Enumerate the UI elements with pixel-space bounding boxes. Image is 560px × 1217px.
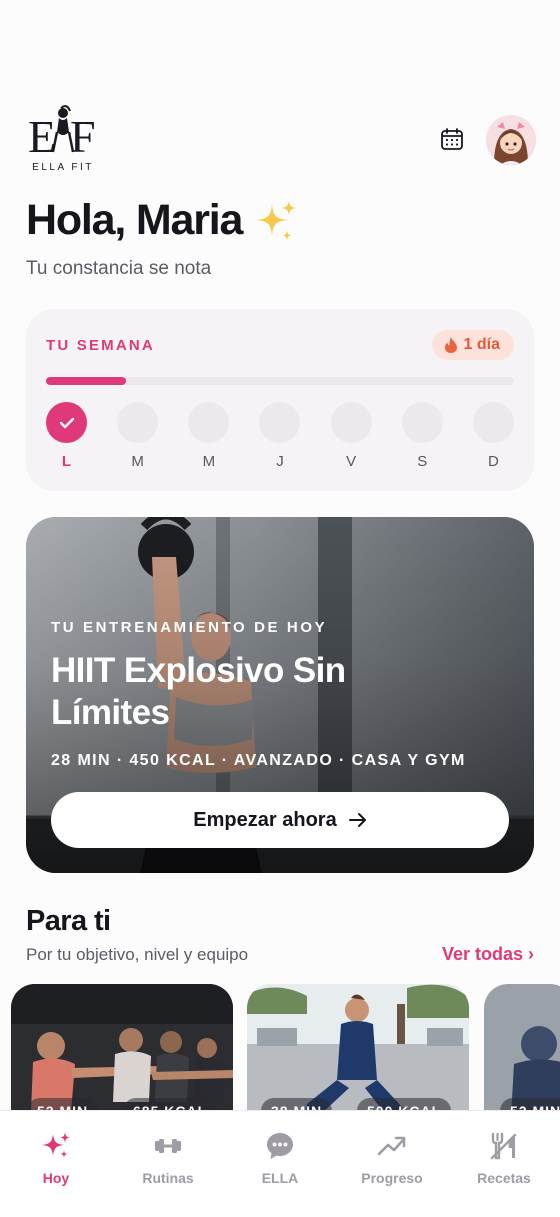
week-card: TU SEMANA 1 día L M M J V S D <box>26 309 534 491</box>
day-label: L <box>61 453 72 470</box>
tab-label: ELLA <box>261 1170 299 1186</box>
tab-hoy[interactable]: Hoy <box>6 1129 106 1186</box>
ella-fit-logo: E F ELLA FIT <box>26 104 100 174</box>
tab-progreso[interactable]: Progreso <box>342 1129 442 1186</box>
streak-badge: 1 día <box>431 330 514 360</box>
trend-up-icon <box>377 1136 406 1156</box>
day-pending-dot <box>401 402 443 443</box>
greeting-text: Hola, Maria <box>26 196 243 244</box>
week-day[interactable]: M <box>117 402 159 470</box>
avatar-illustration <box>486 115 536 165</box>
bottom-tab-bar: Hoy Rutinas ELLA Progreso Recetas <box>0 1110 560 1217</box>
avatar[interactable] <box>486 115 536 165</box>
day-label: J <box>276 453 284 470</box>
tab-label: Rutinas <box>142 1170 194 1186</box>
calendar-button[interactable] <box>437 124 467 154</box>
week-day[interactable]: D <box>472 402 514 470</box>
streak-text: 1 día <box>463 336 500 353</box>
day-completed-dot <box>46 402 87 443</box>
tab-rutinas[interactable]: Rutinas <box>118 1129 218 1186</box>
day-pending-dot <box>330 402 372 443</box>
start-workout-button[interactable]: Empezar ahora <box>51 792 509 848</box>
tab-label: Hoy <box>42 1170 70 1186</box>
greeting-subtitle: Tu constancia se nota <box>26 258 212 279</box>
start-workout-label: Empezar ahora <box>193 808 337 831</box>
tab-ella[interactable]: ELLA <box>230 1129 330 1186</box>
workout-title: HIIT Explosivo Sin Límites <box>51 651 346 732</box>
arrow-right-icon <box>348 813 366 827</box>
calendar-icon <box>441 128 463 150</box>
chat-bubble-icon <box>267 1133 293 1159</box>
workout-meta: 28 MIN · 450 KCAL · AVANZADO · CASA Y GY… <box>51 752 466 769</box>
check-icon <box>59 417 74 428</box>
flame-icon <box>444 337 457 353</box>
for-you-subtitle: Por tu objetivo, nivel y equipo <box>26 945 249 964</box>
day-pending-dot <box>259 402 301 443</box>
week-day[interactable]: L <box>46 402 87 470</box>
week-day[interactable]: M <box>188 402 230 470</box>
workout-kicker: TU ENTRENAMIENTO DE HOY <box>51 619 328 636</box>
day-label: M <box>202 453 216 470</box>
day-label: M <box>131 453 144 470</box>
greeting-title: Hola, Maria <box>26 196 298 245</box>
week-title: TU SEMANA <box>46 337 155 354</box>
for-you-title: Para ti <box>26 905 111 937</box>
week-progress-fill <box>46 377 126 385</box>
week-progress-bar <box>46 377 514 385</box>
week-day[interactable]: J <box>259 402 301 470</box>
sparkles-icon <box>42 1132 70 1158</box>
tab-recetas[interactable]: Recetas <box>454 1129 554 1186</box>
day-label: V <box>346 453 357 470</box>
svg-text:E: E <box>28 111 56 160</box>
week-day[interactable]: S <box>401 402 443 470</box>
logo-mark: E F <box>28 105 96 160</box>
day-pending-dot <box>472 402 514 443</box>
day-label: S <box>417 453 428 470</box>
week-days: LMMJVSD <box>46 402 514 470</box>
todays-workout-card[interactable]: TU ENTRENAMIENTO DE HOY HIIT Explosivo S… <box>26 517 534 873</box>
tab-label: Progreso <box>361 1170 423 1186</box>
svg-text:F: F <box>70 111 96 160</box>
day-pending-dot <box>188 402 230 443</box>
sparkles-icon <box>256 199 298 241</box>
see-all-link[interactable]: Ver todas › <box>442 944 534 965</box>
tab-label: Recetas <box>477 1170 531 1186</box>
day-pending-dot <box>117 402 159 443</box>
logo-caption: ELLA FIT <box>32 162 94 173</box>
week-day[interactable]: V <box>330 402 372 470</box>
day-label: D <box>488 453 499 470</box>
utensils-icon <box>490 1132 517 1160</box>
dumbbell-icon <box>155 1139 181 1153</box>
